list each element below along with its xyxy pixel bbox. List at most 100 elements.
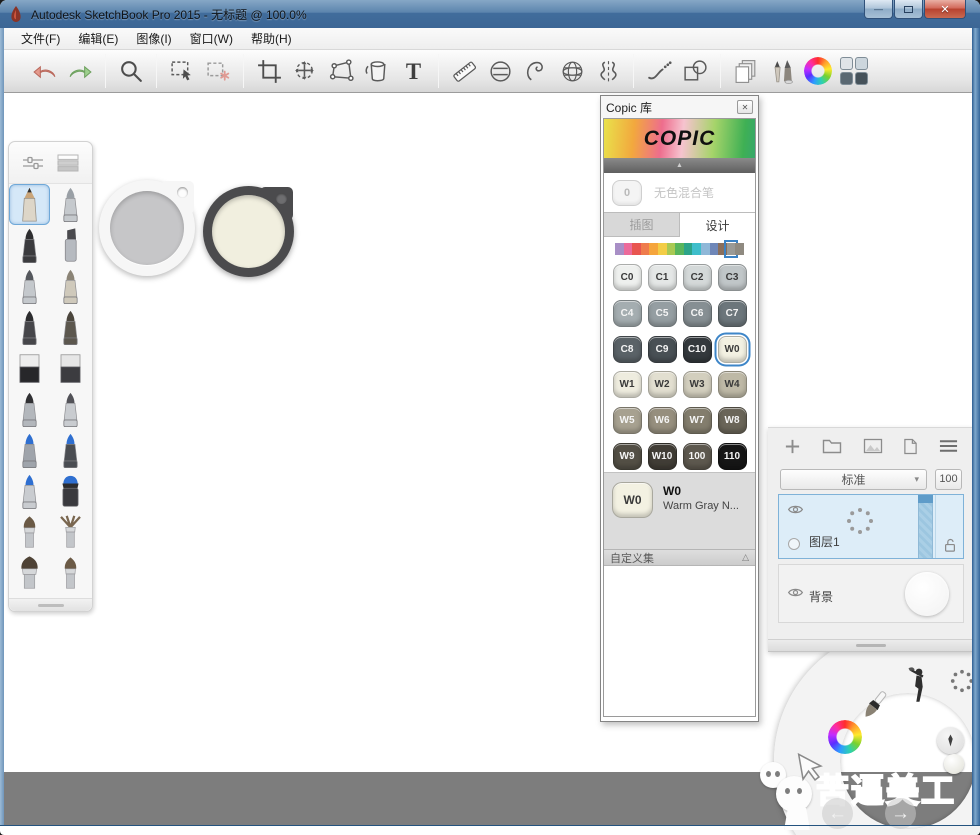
brush-bristle-angle[interactable] [50,553,91,594]
spectrum-color-9[interactable] [692,243,701,255]
brush-list-view-icon[interactable] [57,154,79,172]
french-curve-button[interactable] [518,53,554,89]
copic-swatch-110[interactable]: 110 [718,443,747,470]
layers-panel-grip[interactable] [768,639,974,651]
copic-swatch-W2[interactable]: W2 [648,371,677,398]
copic-swatch-C2[interactable]: C2 [683,264,712,291]
brush-pencil[interactable] [9,184,50,225]
perspective-button[interactable] [554,53,590,89]
spectrum-color-8[interactable] [684,243,693,255]
ellipse-guide-button[interactable] [482,53,518,89]
symmetry-button[interactable] [590,53,626,89]
lagoon-figure-tool-icon[interactable] [902,666,932,713]
copic-swatch-C6[interactable]: C6 [683,300,712,327]
copic-collapse-bar[interactable]: ▲ [604,158,755,173]
spectrum-color-10[interactable] [701,243,710,255]
spectrum-color-3[interactable] [641,243,650,255]
brush-bristle-small[interactable] [9,512,50,553]
brush-brush-pen[interactable] [50,307,91,348]
brush-airbrush[interactable] [50,184,91,225]
distort-button[interactable] [323,53,359,89]
copic-blender-row[interactable]: 0 无色混合笔 [604,173,755,212]
brush-bristle-round[interactable] [9,553,50,594]
maximize-button[interactable] [894,0,923,19]
import-image-icon[interactable] [863,438,883,454]
layer1-lock-column[interactable] [935,495,963,558]
menu-item-2[interactable]: 图像(I) [127,28,180,49]
copic-swatch-W10[interactable]: W10 [648,443,677,470]
crop-button[interactable] [251,53,287,89]
brush-blue-pot-brush[interactable] [50,471,91,512]
layer1-radio[interactable] [788,538,800,550]
add-layer-icon[interactable] [784,438,801,455]
copic-title-bar[interactable]: Copic 库 ✕ [601,96,758,118]
spectrum-color-12[interactable] [718,243,727,255]
brush-marker-2[interactable] [9,389,50,430]
layer1-visibility-eye-icon[interactable] [787,502,804,520]
copic-swatch-W5[interactable]: W5 [613,407,642,434]
blender-swatch[interactable]: 0 [612,180,642,206]
copic-close-button[interactable]: ✕ [737,100,753,114]
minimize-button[interactable]: — [864,0,893,19]
copic-swatch-C3[interactable]: C3 [718,264,747,291]
brush-eraser-hard[interactable] [9,348,50,389]
copic-swatch-W1[interactable]: W1 [613,371,642,398]
fill-button[interactable] [359,53,395,89]
spectrum-color-2[interactable] [632,243,641,255]
brush-fine-liner[interactable] [9,307,50,348]
layer-folder-icon[interactable] [822,438,842,454]
menu-item-0[interactable]: 文件(F) [12,28,69,49]
spectrum-color-13[interactable] [727,243,736,255]
copic-swatch-C0[interactable]: C0 [613,264,642,291]
redo-button[interactable] [62,53,98,89]
brush-blue-marker[interactable] [50,430,91,471]
undo-button[interactable] [26,53,62,89]
spectrum-color-14[interactable] [735,243,744,255]
layer-row-background[interactable]: 背景 [778,564,964,623]
copic-swatch-C10[interactable]: C10 [683,336,712,363]
transform-button[interactable] [287,53,323,89]
shapes-button[interactable] [677,53,713,89]
brush-puck[interactable] [99,180,195,276]
brush-blue-felt[interactable] [9,430,50,471]
layers-menu-icon[interactable] [939,439,958,453]
brush-ballpoint-pen[interactable] [9,266,50,307]
copic-swatch-C8[interactable]: C8 [613,336,642,363]
brush-chisel-marker[interactable] [50,225,91,266]
spectrum-color-0[interactable] [615,243,624,255]
menu-item-3[interactable]: 窗口(W) [181,28,242,49]
brush-palette-grip[interactable] [9,598,92,611]
flipbook-button[interactable] [728,53,764,89]
brush-bristle-fan[interactable] [50,512,91,553]
menu-item-1[interactable]: 编辑(E) [69,28,127,49]
copic-tab-illustration[interactable]: 插图 [604,212,680,237]
copic-swatch-W8[interactable]: W8 [718,407,747,434]
brush-eraser-soft[interactable] [50,348,91,389]
spectrum-color-11[interactable] [710,243,719,255]
copic-swatch-C1[interactable]: C1 [648,264,677,291]
brush-ink-pen[interactable] [50,266,91,307]
text-button[interactable]: T [395,53,431,89]
selected-swatch[interactable]: W0 [612,482,653,518]
copic-swatch-C4[interactable]: C4 [613,300,642,327]
zoom-button[interactable] [113,53,149,89]
steady-stroke-button[interactable] [641,53,677,89]
duplicate-layer-icon[interactable] [903,438,918,455]
layer1-marker-strip[interactable] [918,495,933,558]
menu-item-4[interactable]: 帮助(H) [242,28,301,49]
brush-marker[interactable] [9,225,50,266]
title-bar[interactable]: Autodesk SketchBook Pro 2015 - 无标题 @ 100… [0,0,980,28]
spectrum-color-7[interactable] [675,243,684,255]
ruler-button[interactable] [446,53,482,89]
select-button[interactable] [164,53,200,89]
brush-marker-3[interactable] [50,389,91,430]
copic-swatch-W4[interactable]: W4 [718,371,747,398]
brush-library-button[interactable] [764,53,800,89]
spectrum-color-4[interactable] [649,243,658,255]
copic-tab-design[interactable]: 设计 [680,212,755,237]
copic-swatch-C5[interactable]: C5 [648,300,677,327]
spectrum-color-5[interactable] [658,243,667,255]
background-color-puck[interactable] [905,572,949,616]
lagoon-paintbrush-icon[interactable] [856,688,892,731]
copic-swatch-W6[interactable]: W6 [648,407,677,434]
